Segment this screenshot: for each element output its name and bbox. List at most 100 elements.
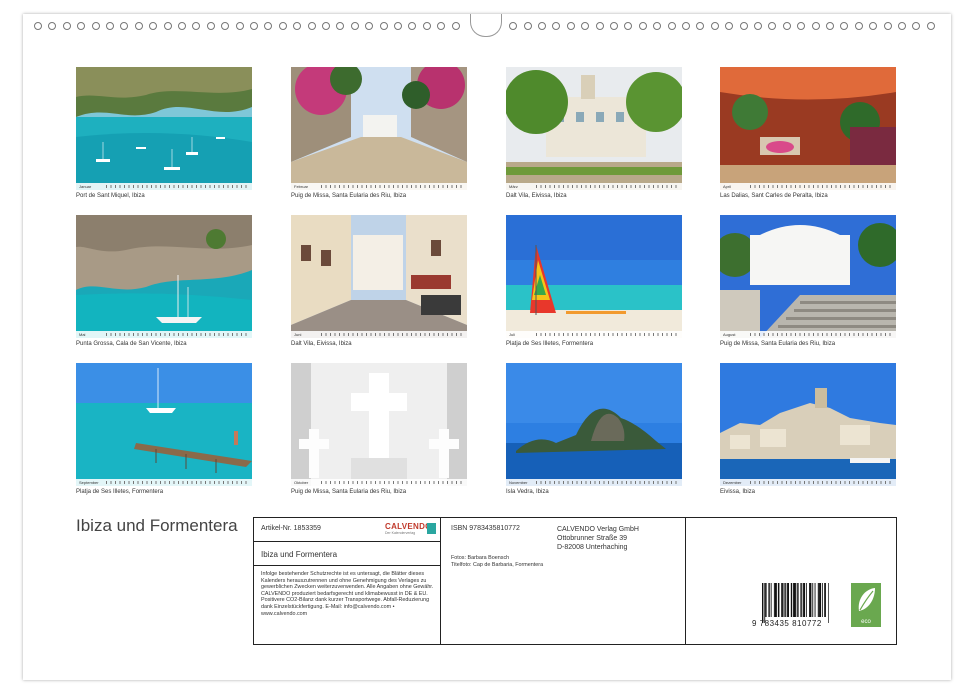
photo-caption: Punta Grossa, Cala de San Vicente, Ibiza: [76, 341, 187, 347]
mini-calendar-strip: August: [720, 331, 896, 338]
mini-calendar-days: [321, 185, 464, 188]
calvendo-flag-icon: [427, 523, 436, 534]
binding-ring: [552, 22, 561, 30]
photo-credits: Fotos: Barbara Boensch Titelfoto: Cap de…: [451, 555, 543, 569]
calvendo-logo: CALVENDO Der Kalenderverlag: [385, 522, 436, 538]
binding-ring: [221, 22, 230, 30]
month-photo: August: [720, 215, 896, 338]
mini-calendar-month: Juni: [294, 332, 302, 337]
month-photo: November: [506, 363, 682, 486]
month-photo: Dezember: [720, 363, 896, 486]
month-photo: März: [506, 67, 682, 190]
cover-photo-credit: Titelfoto: Cap de Barbaria, Formentera: [451, 562, 544, 568]
binding-ring: [307, 22, 316, 30]
publisher-street: Ottobrunner Straße 39: [557, 535, 628, 542]
mini-calendar-days: [750, 185, 893, 188]
binding-ring: [523, 22, 532, 30]
mini-calendar-month: Februar: [294, 184, 309, 189]
binding-ring: [91, 22, 100, 30]
publisher-address: CALVENDO Verlag GmbH Ottobrunner Straße …: [557, 525, 639, 552]
photo-caption: Dalt Vila, Eivissa, Ibiza: [291, 341, 352, 347]
binding-ring: [883, 22, 892, 30]
barcode-number: 9 783435 810772: [752, 619, 822, 628]
eco-label: eco: [861, 619, 871, 625]
binding-ring: [538, 22, 546, 30]
month-photo: Juli: [506, 215, 682, 338]
mini-calendar-days: [106, 185, 249, 188]
binding-ring: [336, 22, 345, 30]
binding-ring: [77, 22, 86, 30]
binding-ring: [451, 22, 460, 30]
binding-ring: [610, 22, 618, 30]
bay-boats-image: [76, 67, 252, 190]
binding-ring: [235, 22, 244, 30]
binding-ring: [192, 22, 201, 30]
crosses-image: [291, 363, 467, 486]
photo-caption: Platja de Ses Illetes, Formentera: [76, 489, 164, 495]
mini-calendar-days: [750, 333, 893, 336]
binding-ring: [379, 22, 388, 30]
binding-ring: [206, 22, 215, 30]
photo-caption: Platja de Ses Illetes, Formentera: [506, 341, 594, 347]
mini-calendar-days: [106, 333, 249, 336]
photo-caption: Isla Vedra, Ibiza: [506, 489, 549, 495]
cliff-sailboat-image: [76, 215, 252, 338]
binding-ring: [797, 22, 806, 30]
market-image: [720, 67, 896, 190]
jetty-image: [76, 363, 252, 486]
mini-calendar-month: August: [723, 332, 736, 337]
binding-ring: [322, 22, 330, 30]
binding-ring: [178, 22, 186, 30]
beach-sail-image: [506, 215, 682, 338]
mini-calendar-strip: September: [76, 479, 252, 486]
binding-ring: [739, 22, 748, 30]
mini-calendar-month: Dezember: [723, 480, 742, 485]
binding-ring: [811, 22, 820, 30]
divider: [254, 565, 440, 566]
month-photo: Juni: [291, 215, 467, 338]
binding-ring: [350, 22, 359, 30]
mini-calendar-month: Mai: [79, 332, 86, 337]
month-photo: April: [720, 67, 896, 190]
palms-square-image: [506, 67, 682, 190]
leaf-icon: [858, 588, 875, 611]
island-image: [506, 363, 682, 486]
month-photo: September: [76, 363, 252, 486]
binding-ring: [624, 22, 633, 30]
legal-notice: Infolge bestehender Schutzrechte ist es …: [261, 571, 434, 617]
binding-ring: [581, 22, 590, 30]
binding-ring: [595, 22, 604, 30]
mini-calendar-days: [536, 481, 679, 484]
binding-ring: [365, 22, 374, 30]
calvendo-logo-sub: Der Kalenderverlag: [385, 531, 416, 535]
month-photo: Oktober: [291, 363, 467, 486]
mini-calendar-strip: Februar: [291, 183, 467, 190]
mini-calendar-strip: Januar: [76, 183, 252, 190]
mini-calendar-month: Juli: [509, 332, 516, 337]
binding-ring: [149, 22, 158, 30]
binding-ring: [754, 22, 762, 30]
binding-ring: [826, 22, 834, 30]
old-town-image: [720, 363, 896, 486]
church-stairs-image: [720, 215, 896, 338]
photo-caption: Las Dalias, Sant Carles de Peralta, Ibiz…: [720, 193, 828, 199]
binding-ring: [163, 22, 172, 30]
binding-ring: [293, 22, 302, 30]
binding-ring: [120, 22, 129, 30]
info-column-left: Artikel-Nr. 1853359 CALVENDO Der Kalende…: [254, 518, 441, 644]
alley-flowers-image: [291, 67, 467, 190]
binding-ring: [682, 22, 690, 30]
binding-ring: [653, 22, 662, 30]
photo-caption: Eivissa, Ibiza: [720, 489, 756, 495]
isbn: ISBN 9783435810772: [451, 525, 520, 532]
binding-ring: [106, 22, 114, 30]
binding-ring: [509, 22, 518, 30]
binding-ring: [926, 22, 935, 30]
mini-calendar-month: Oktober: [294, 480, 309, 485]
binding-ring: [62, 22, 71, 30]
mini-calendar-strip: April: [720, 183, 896, 190]
binding-ring: [840, 22, 849, 30]
binding-ring: [422, 22, 431, 30]
mini-calendar-strip: Dezember: [720, 479, 896, 486]
info-column-divider: [685, 518, 686, 644]
